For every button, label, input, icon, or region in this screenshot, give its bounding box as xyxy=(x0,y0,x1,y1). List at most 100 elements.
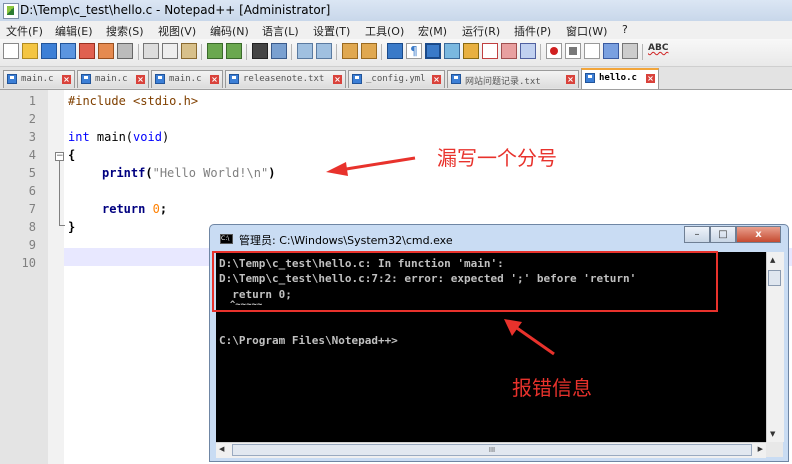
menu-help[interactable]: ? xyxy=(622,23,628,36)
code-line-open-brace: { xyxy=(68,148,76,162)
save-icon[interactable] xyxy=(41,43,57,59)
tab-close-icon[interactable]: × xyxy=(62,75,71,84)
monitoring-icon[interactable] xyxy=(520,43,536,59)
run-macro-multiple-icon[interactable] xyxy=(603,43,619,59)
tab-save-icon xyxy=(585,73,595,83)
menu-language[interactable]: 语言(L) xyxy=(262,23,299,39)
tab-save-icon xyxy=(81,74,91,84)
folder-workspace-icon[interactable] xyxy=(501,43,517,59)
string-literal: "Hello World!\n" xyxy=(152,166,269,180)
minimize-button[interactable]: – xyxy=(684,226,710,243)
console-prompt: C:\Program Files\Notepad++> xyxy=(219,334,398,347)
tab-close-icon[interactable]: × xyxy=(210,75,219,84)
tab-close-icon[interactable]: × xyxy=(432,75,441,84)
tab-save-icon xyxy=(7,74,17,84)
tab-main-c-2[interactable]: main.c × xyxy=(77,70,149,88)
undo-icon[interactable] xyxy=(207,43,223,59)
redo-icon[interactable] xyxy=(226,43,242,59)
print-icon[interactable] xyxy=(117,43,133,59)
line-number: 4 xyxy=(28,148,36,162)
code-text: ) xyxy=(268,166,276,180)
doc-map-icon[interactable] xyxy=(463,43,479,59)
hscroll-thumb[interactable]: III xyxy=(232,444,752,456)
menu-search[interactable]: 搜索(S) xyxy=(106,23,144,39)
tab-main-c-1[interactable]: main.c × xyxy=(3,70,75,88)
play-macro-icon[interactable] xyxy=(584,43,600,59)
window-title: D:\Temp\c_test\hello.c - Notepad++ [Admi… xyxy=(20,3,331,17)
keyword-void: void xyxy=(133,130,162,144)
tab-label: _config.yml xyxy=(366,74,426,84)
word-wrap-icon[interactable] xyxy=(387,43,403,59)
menu-tools[interactable]: 工具(O) xyxy=(365,23,404,39)
close-all-icon[interactable] xyxy=(98,43,114,59)
tab-close-icon[interactable]: × xyxy=(646,74,655,83)
sync-h-icon[interactable] xyxy=(361,43,377,59)
scroll-up-icon[interactable]: ▲ xyxy=(770,256,775,264)
menu-bar: 文件(F) 编辑(E) 搜索(S) 视图(V) 编码(N) 语言(L) 设置(T… xyxy=(0,21,792,39)
menu-window[interactable]: 窗口(W) xyxy=(566,23,607,39)
new-file-icon[interactable] xyxy=(3,43,19,59)
tab-label: main.c xyxy=(21,74,54,84)
code-line-printf: printf("Hello World!\n") xyxy=(102,166,275,180)
menu-view[interactable]: 视图(V) xyxy=(158,23,196,39)
function-list-icon[interactable] xyxy=(482,43,498,59)
menu-settings[interactable]: 设置(T) xyxy=(313,23,350,39)
line-number: 5 xyxy=(28,166,36,180)
menu-file[interactable]: 文件(F) xyxy=(6,23,43,39)
close-file-icon[interactable] xyxy=(79,43,95,59)
save-all-icon[interactable] xyxy=(60,43,76,59)
tab-close-icon[interactable]: × xyxy=(566,75,575,84)
fold-end-marker xyxy=(59,225,65,226)
replace-icon[interactable] xyxy=(271,43,287,59)
menu-macro[interactable]: 宏(M) xyxy=(418,23,447,39)
menu-encoding[interactable]: 编码(N) xyxy=(210,23,249,39)
keyword-return: return xyxy=(102,202,146,216)
zoom-out-icon[interactable] xyxy=(316,43,332,59)
lang-udl-icon[interactable] xyxy=(444,43,460,59)
sync-v-icon[interactable] xyxy=(342,43,358,59)
code-text: ) xyxy=(161,130,170,144)
tab-website-issues-txt[interactable]: 网站问题记录.txt × xyxy=(447,70,579,88)
fold-guide-line xyxy=(59,161,60,225)
tab-label: releasenote.txt xyxy=(243,74,325,84)
line-number: 10 xyxy=(21,256,36,270)
show-all-chars-icon[interactable]: ¶ xyxy=(406,43,422,59)
menu-run[interactable]: 运行(R) xyxy=(462,23,500,39)
menu-plugins[interactable]: 插件(P) xyxy=(514,23,551,39)
vertical-scrollbar[interactable]: ▲ ▼ xyxy=(766,252,784,442)
open-file-icon[interactable] xyxy=(22,43,38,59)
code-text: ; xyxy=(159,202,168,216)
toolbar-separator xyxy=(201,44,202,60)
find-icon[interactable] xyxy=(252,43,268,59)
toolbar: ¶ ABC xyxy=(0,39,792,67)
tab-close-icon[interactable]: × xyxy=(136,75,145,84)
tab-close-icon[interactable]: × xyxy=(333,75,342,84)
spell-check-icon[interactable]: ABC xyxy=(648,43,668,59)
indent-guide-icon[interactable] xyxy=(425,43,441,59)
scroll-right-icon[interactable]: ▶ xyxy=(758,445,763,453)
scroll-down-icon[interactable]: ▼ xyxy=(770,430,775,438)
annotation-error-info: 报错信息 xyxy=(512,376,592,400)
record-macro-icon[interactable] xyxy=(546,43,562,59)
tab-config-yml[interactable]: _config.yml × xyxy=(348,70,445,88)
code-text: ( xyxy=(145,166,153,180)
paste-icon[interactable] xyxy=(181,43,197,59)
cut-icon[interactable] xyxy=(143,43,159,59)
zoom-in-icon[interactable] xyxy=(297,43,313,59)
horizontal-scrollbar[interactable]: ◀ III ▶ xyxy=(216,442,766,458)
scroll-left-icon[interactable]: ◀ xyxy=(219,445,224,453)
code-line-main: int main(void) xyxy=(68,130,169,144)
tab-releasenote-txt[interactable]: releasenote.txt × xyxy=(225,70,346,88)
tab-hello-c[interactable]: hello.c × xyxy=(581,68,659,89)
maximize-button[interactable]: □ xyxy=(710,226,736,243)
stop-macro-icon[interactable] xyxy=(565,43,581,59)
copy-icon[interactable] xyxy=(162,43,178,59)
save-macro-icon[interactable] xyxy=(622,43,638,59)
menu-edit[interactable]: 编辑(E) xyxy=(55,23,93,39)
number-literal: 0 xyxy=(152,202,160,216)
fold-toggle-icon[interactable]: − xyxy=(55,152,64,161)
close-button[interactable]: x xyxy=(736,226,781,243)
scroll-thumb[interactable] xyxy=(768,270,781,286)
tab-main-c-3[interactable]: main.c × xyxy=(151,70,223,88)
function-printf: printf xyxy=(102,166,146,180)
